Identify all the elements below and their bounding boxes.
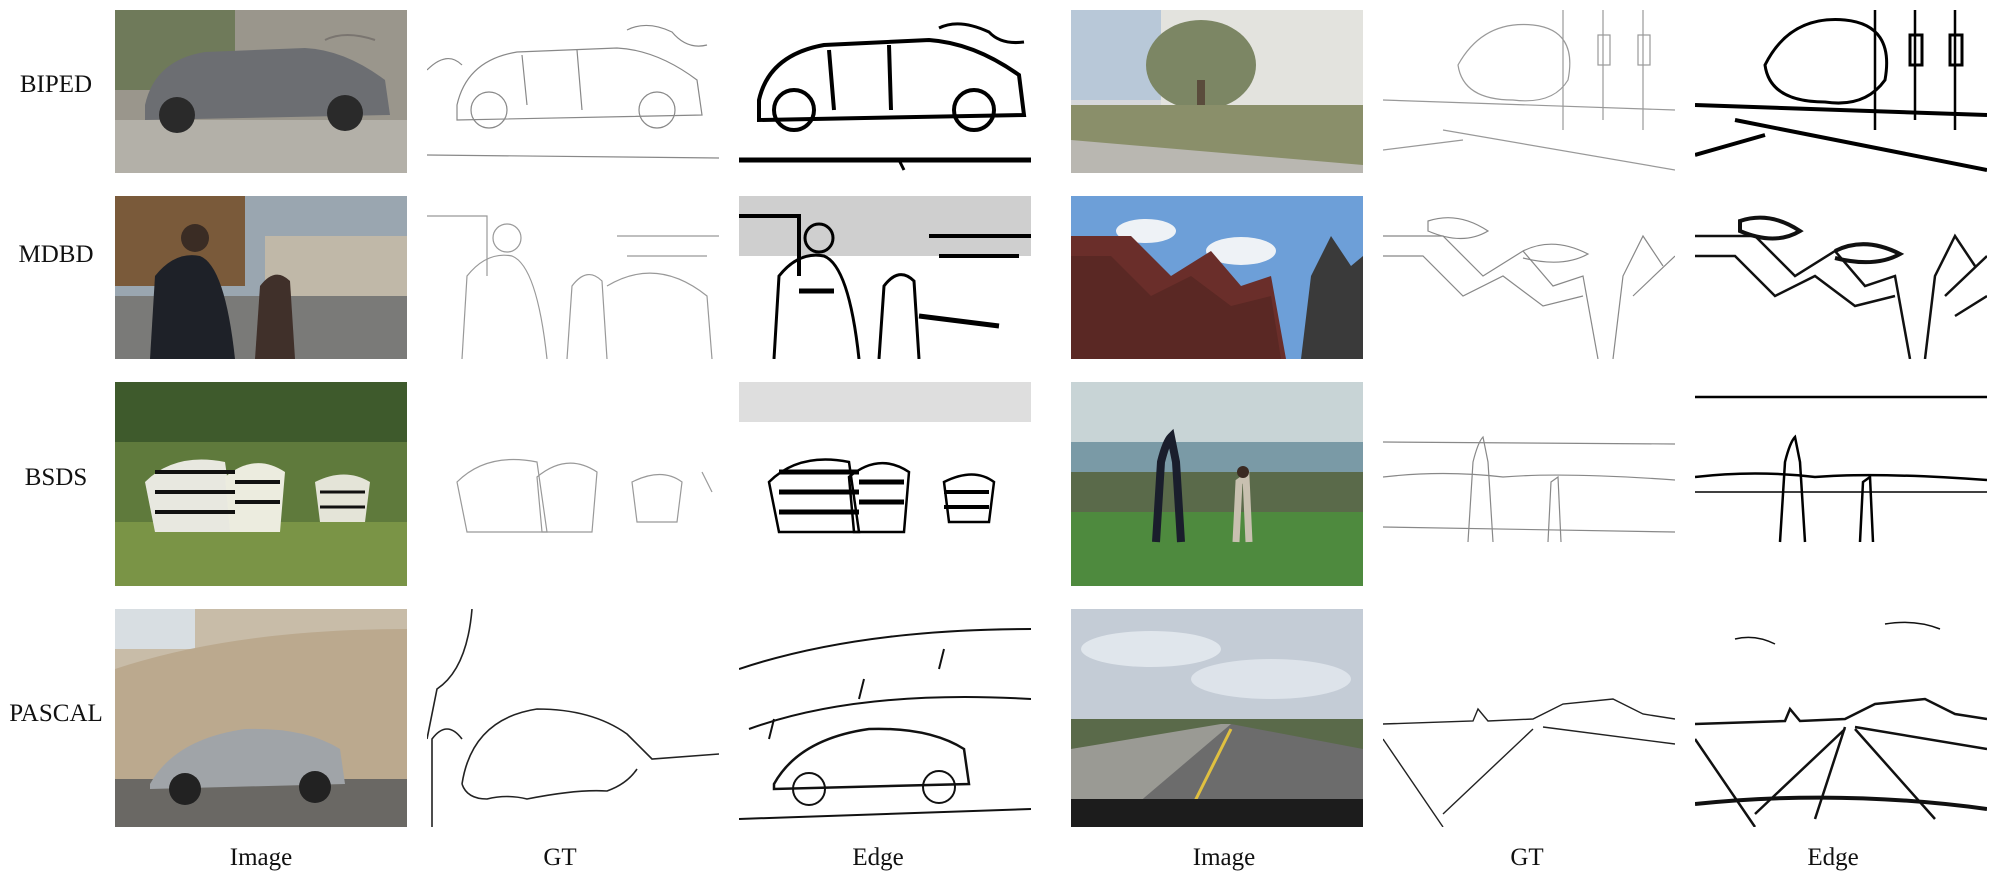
biped-edge-1 [739,10,1031,173]
bsds-edge-2 [1695,382,1987,586]
mdbd-gt-1 [427,196,719,359]
pascal-image-1 [115,609,407,827]
bsds-gt-2 [1383,382,1675,586]
row-label-mdbd: MDBD [18,241,94,268]
pascal-image-2 [1071,609,1363,827]
col-label-image-2: Image [1192,844,1256,871]
mdbd-image-1 [115,196,407,359]
mdbd-gt-2 [1383,196,1675,359]
mdbd-edge-2 [1695,196,1987,359]
pascal-gt-1 [427,609,719,827]
pascal-gt-2 [1383,609,1675,827]
bsds-edge-1 [739,382,1031,586]
bsds-image-1 [115,382,407,586]
col-label-gt-1: GT [543,844,577,871]
row-label-biped: BIPED [19,71,93,98]
biped-image-2 [1071,10,1363,173]
col-label-image-1: Image [229,844,293,871]
biped-gt-1 [427,10,719,173]
col-label-gt-2: GT [1510,844,1544,871]
col-label-edge-2: Edge [1807,844,1859,871]
row-label-pascal: PASCAL [9,700,103,727]
bsds-image-2 [1071,382,1363,586]
mdbd-image-2 [1071,196,1363,359]
pascal-edge-2 [1695,609,1987,827]
biped-gt-2 [1383,10,1675,173]
pascal-edge-1 [739,609,1031,827]
bsds-gt-1 [427,382,719,586]
row-label-bsds: BSDS [24,464,88,491]
col-label-edge-1: Edge [852,844,904,871]
mdbd-edge-1 [739,196,1031,359]
biped-edge-2 [1695,10,1987,173]
biped-image-1 [115,10,407,173]
